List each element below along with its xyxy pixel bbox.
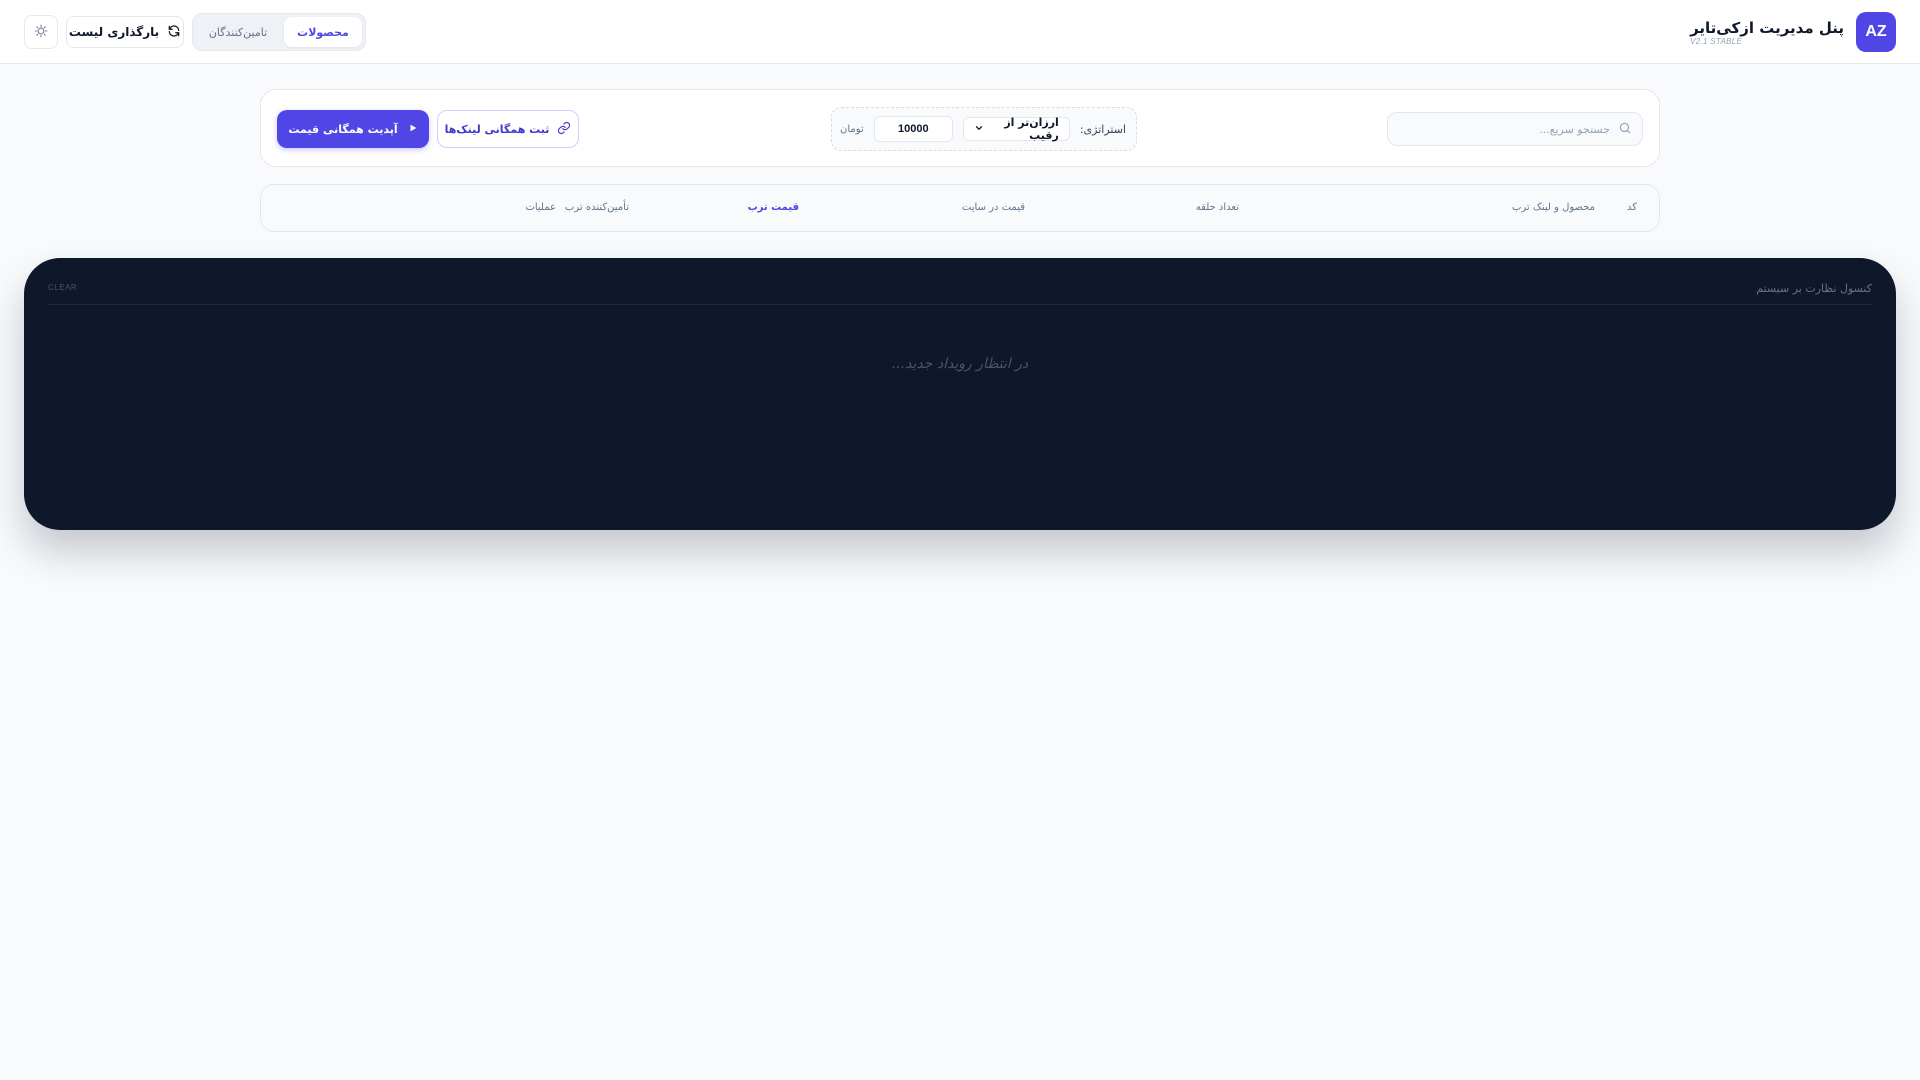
- system-console: کنسول نظارت بر سیستم CLEAR در انتظار روی…: [24, 258, 1896, 530]
- update-all-prices-button[interactable]: آپدیت همگانی قیمت: [277, 110, 429, 148]
- toolbar-card: استراتژی: ارزان‌تر از رقیب 10000 تومان ث…: [260, 89, 1660, 167]
- register-all-links-button[interactable]: ثبت همگانی لینک‌ها: [437, 110, 579, 148]
- console-clear-button[interactable]: CLEAR: [48, 283, 77, 292]
- register-links-label: ثبت همگانی لینک‌ها: [444, 122, 550, 136]
- products-table-header: کد محصول و لینک ترب تعداد حلقه قیمت در س…: [260, 184, 1660, 232]
- main-tabs: محصولات تامین‌کنندگان: [192, 13, 366, 51]
- theme-toggle-button[interactable]: [24, 15, 58, 49]
- refresh-icon: [167, 24, 181, 41]
- column-header-ring-count[interactable]: تعداد حلقه: [1196, 202, 1239, 213]
- amount-input[interactable]: 10000: [873, 116, 953, 142]
- reload-label: بارگذاری لیست: [68, 25, 160, 39]
- tab-products[interactable]: محصولات: [284, 17, 362, 47]
- strategy-panel: استراتژی: ارزان‌تر از رقیب 10000 تومان: [831, 107, 1137, 151]
- chevron-down-icon: [974, 123, 984, 136]
- column-header-product[interactable]: محصول و لینک ترب: [1512, 202, 1595, 213]
- link-icon: [557, 121, 571, 138]
- play-icon: [408, 123, 418, 136]
- strategy-label: استراتژی:: [1079, 122, 1126, 136]
- brand-text: پنل مدیریت ازکی‌تایر V2.1 STABLE: [1690, 19, 1844, 46]
- app-title: پنل مدیریت ازکی‌تایر: [1690, 18, 1844, 37]
- app-header: AZ پنل مدیریت ازکی‌تایر V2.1 STABLE محصو…: [0, 0, 1920, 64]
- tab-suppliers[interactable]: تامین‌کنندگان: [196, 17, 280, 47]
- search-box: [1387, 112, 1643, 146]
- search-input[interactable]: [1410, 122, 1610, 136]
- sun-icon: [34, 23, 48, 42]
- column-header-torob-price[interactable]: قیمت ترب: [748, 202, 799, 213]
- strategy-select[interactable]: ارزان‌تر از رقیب: [962, 116, 1070, 142]
- console-title: کنسول نظارت بر سیستم: [1756, 282, 1872, 295]
- column-header-site-price[interactable]: قیمت در سایت: [962, 202, 1025, 213]
- reload-list-button[interactable]: بارگذاری لیست: [66, 16, 184, 48]
- strategy-selected-value: ارزان‌تر از رقیب: [1004, 116, 1059, 142]
- column-header-torob-supplier[interactable]: تأمین‌کننده ترب: [565, 202, 629, 213]
- console-empty-message: در انتظار رویداد جدید...: [891, 356, 1029, 372]
- column-header-actions: عملیات: [525, 202, 556, 213]
- brand: AZ پنل مدیریت ازکی‌تایر V2.1 STABLE: [1690, 12, 1896, 52]
- update-prices-label: آپدیت همگانی قیمت: [288, 122, 398, 136]
- app-version: V2.1 STABLE: [1690, 36, 1743, 46]
- console-divider: [48, 304, 1872, 305]
- column-header-code[interactable]: کد: [1627, 202, 1637, 213]
- app-logo: AZ: [1856, 12, 1896, 52]
- amount-unit: تومان: [840, 123, 864, 135]
- search-icon: [1618, 120, 1632, 139]
